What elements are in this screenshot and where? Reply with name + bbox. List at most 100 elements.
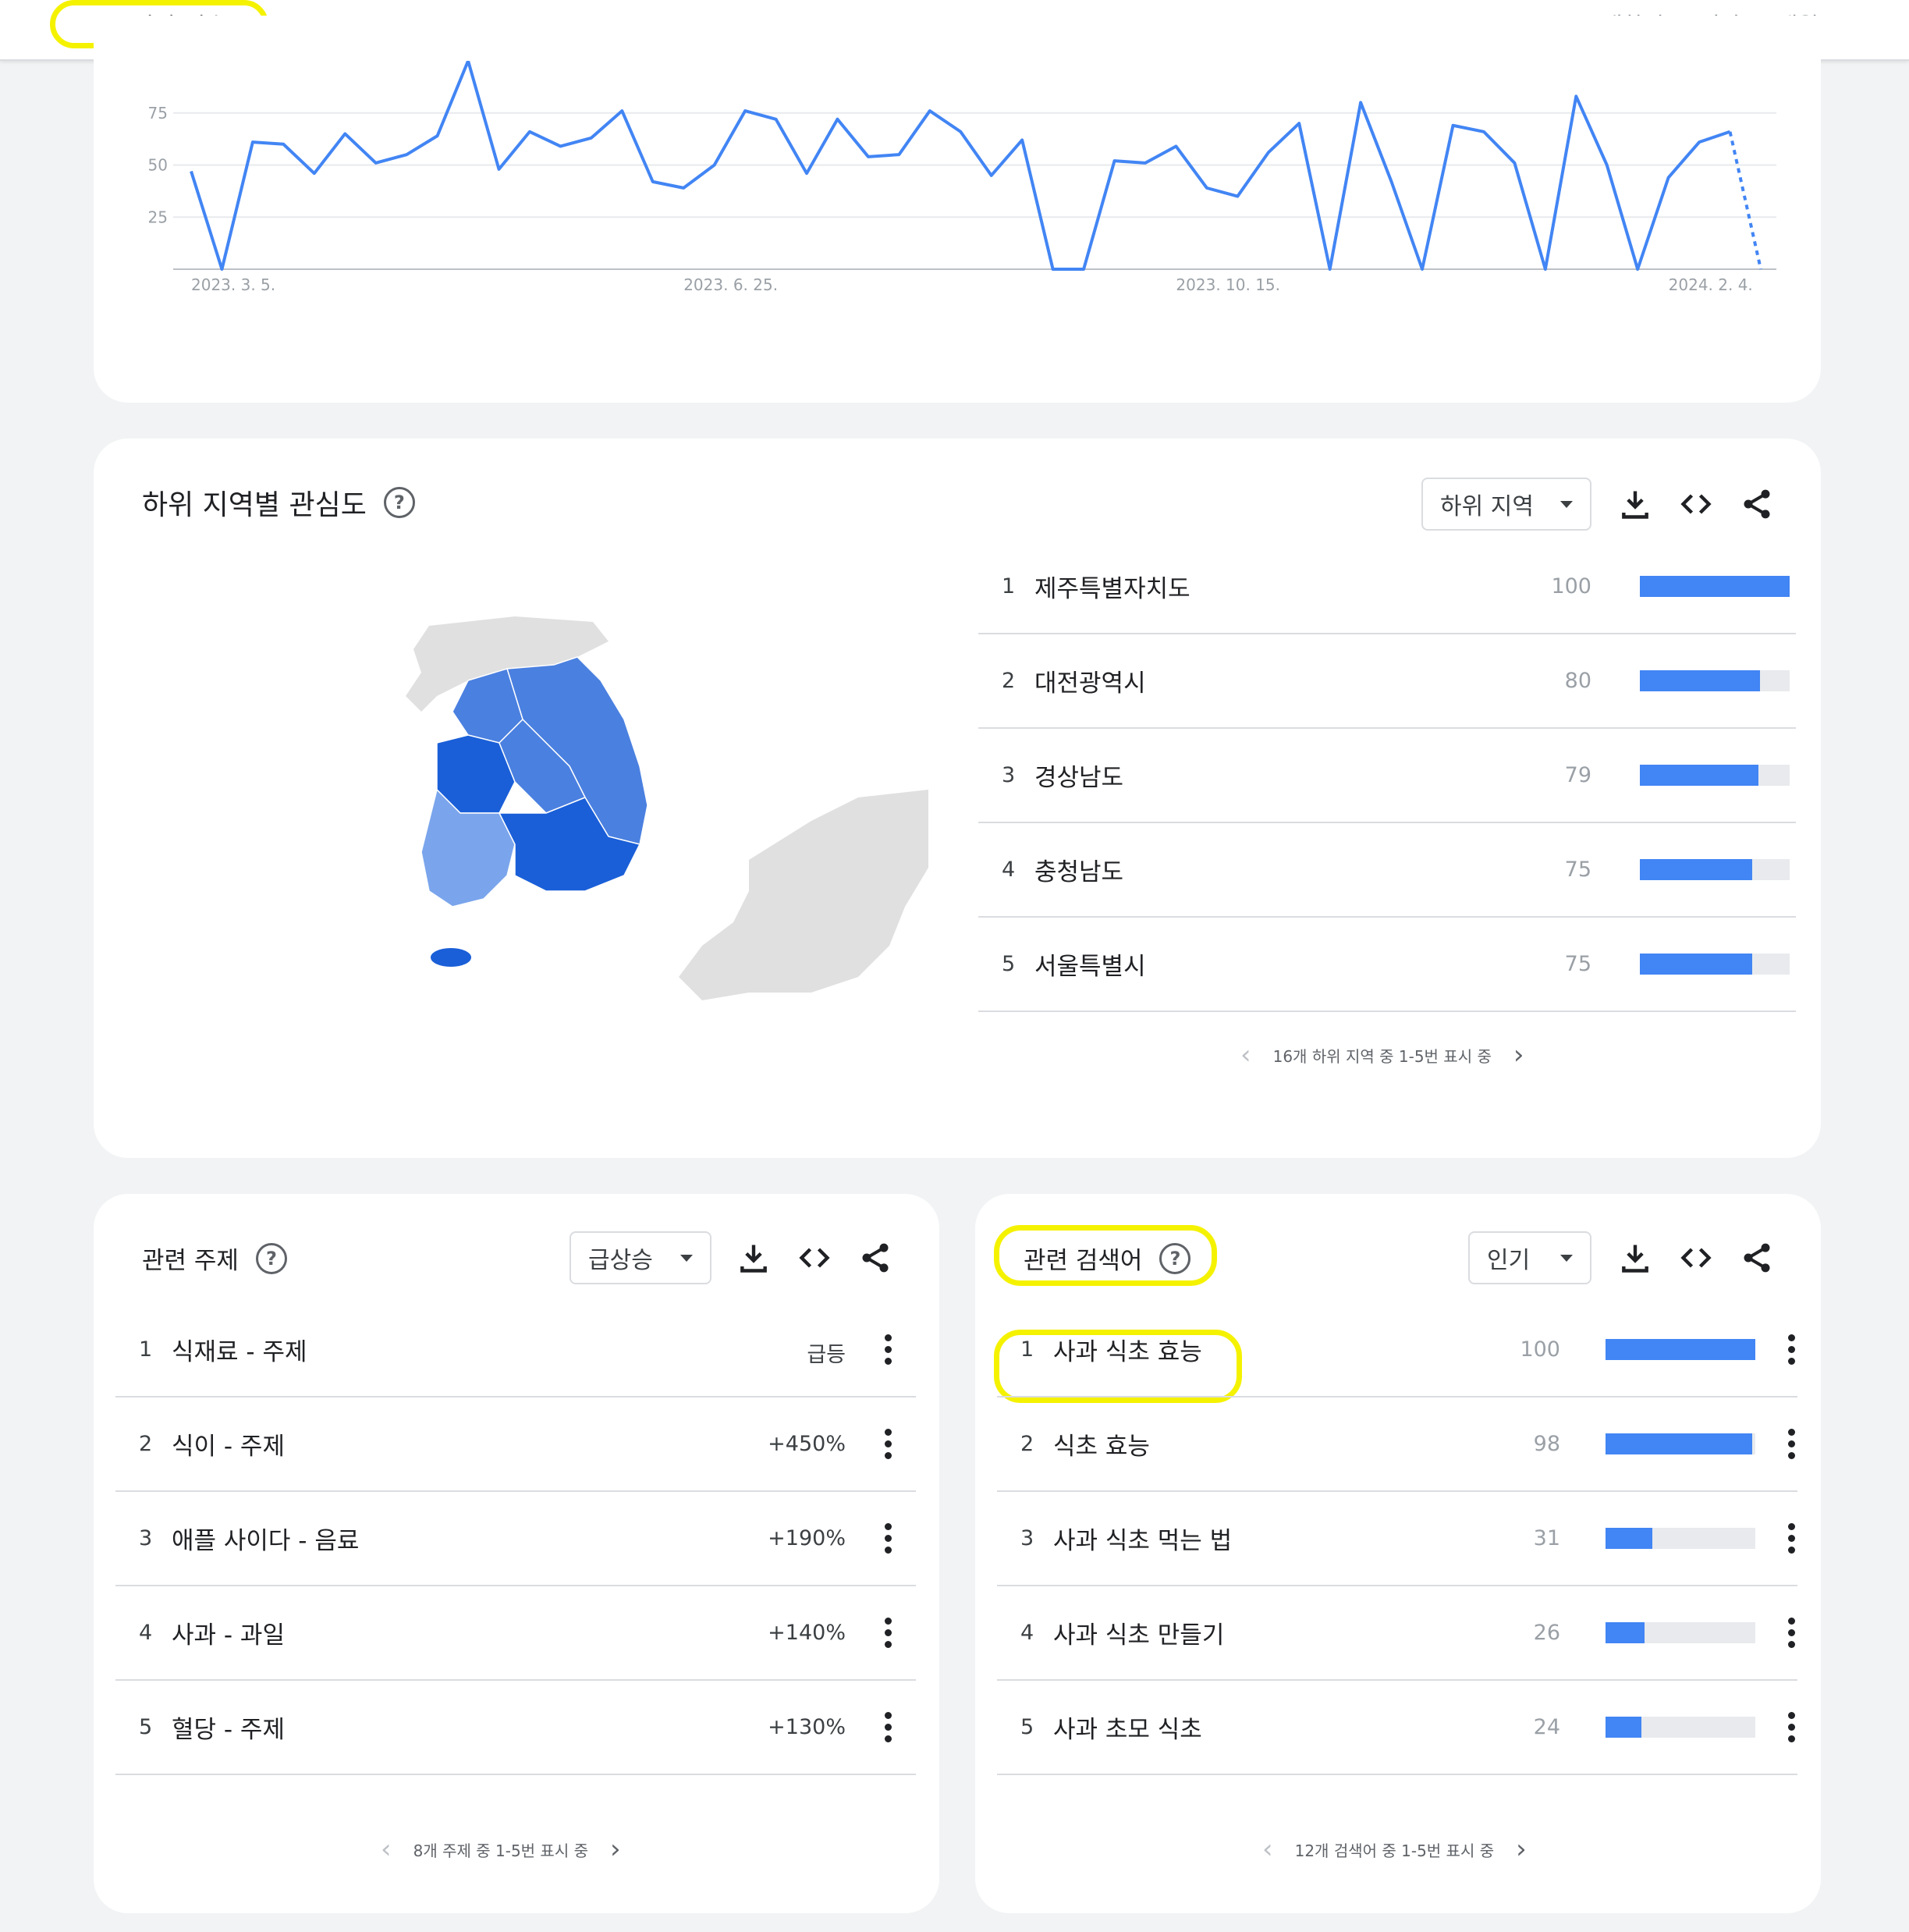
topic-row[interactable]: 3 애플 사이다 - 음료 +190% xyxy=(115,1492,916,1586)
queries-pager: ‹ 12개 검색어 중 1-5번 표시 중 › xyxy=(1240,1834,1549,1865)
more-vert-icon[interactable] xyxy=(1788,1712,1796,1743)
x-tick-label: 2023. 6. 25. xyxy=(683,275,778,294)
more-vert-icon[interactable] xyxy=(1788,1523,1796,1554)
prev-page-icon[interactable]: ‹ xyxy=(381,1834,392,1865)
topics-dropdown-label: 급상승 xyxy=(588,1247,653,1274)
topics-card-title: 관련 주제 xyxy=(142,1247,239,1275)
download-icon[interactable] xyxy=(1618,487,1652,521)
query-bar xyxy=(1606,1622,1755,1643)
subregion-dropdown[interactable]: 하위 지역 xyxy=(1421,478,1591,531)
query-rank: 3 xyxy=(1020,1526,1034,1550)
query-bar-fill xyxy=(1606,1717,1642,1738)
subregion-rank: 5 xyxy=(1002,952,1016,976)
more-vert-icon[interactable] xyxy=(885,1334,892,1366)
query-bar xyxy=(1606,1339,1755,1360)
topic-rank: 4 xyxy=(139,1621,153,1645)
subregion-row[interactable]: 1 제주특별자치도 100 xyxy=(978,540,1796,634)
subregion-bar-fill xyxy=(1640,954,1752,975)
subregion-value: 79 xyxy=(1564,763,1591,787)
subregion-value: 75 xyxy=(1564,858,1591,882)
subregion-rank: 1 xyxy=(1002,574,1016,598)
prev-page-icon[interactable]: ‹ xyxy=(1262,1834,1273,1865)
topics-dropdown[interactable]: 급상승 xyxy=(570,1231,711,1284)
topic-value: +190% xyxy=(768,1526,846,1550)
help-icon[interactable]: ? xyxy=(383,487,415,518)
subregion-value: 75 xyxy=(1564,952,1591,976)
share-icon[interactable] xyxy=(1740,487,1774,521)
prev-page-icon[interactable]: ‹ xyxy=(1240,1039,1251,1071)
topics-pager-label: 8개 주제 중 1-5번 표시 중 xyxy=(413,1841,588,1860)
queries-dropdown-label: 인기 xyxy=(1487,1247,1531,1274)
topic-row[interactable]: 4 사과 - 과일 +140% xyxy=(115,1586,916,1681)
subregion-bar xyxy=(1640,576,1790,597)
query-rank: 2 xyxy=(1020,1432,1034,1456)
embed-icon[interactable] xyxy=(1679,1241,1713,1275)
subregion-bar-fill xyxy=(1640,859,1752,880)
y-tick-label: 75 xyxy=(148,104,168,123)
subregion-name: 서울특별시 xyxy=(1034,953,1146,981)
map-japan xyxy=(679,790,928,1000)
topic-value: +130% xyxy=(768,1715,846,1739)
more-vert-icon[interactable] xyxy=(885,1618,892,1649)
queries-card-title: 관련 검색어 xyxy=(1024,1247,1143,1275)
next-page-icon[interactable]: › xyxy=(1513,1039,1524,1071)
query-name: 식초 효능 xyxy=(1053,1433,1150,1461)
subregion-value: 80 xyxy=(1564,669,1591,693)
query-bar-fill xyxy=(1606,1528,1652,1549)
more-vert-icon[interactable] xyxy=(1788,1618,1796,1649)
subregion-bar xyxy=(1640,765,1790,786)
subregion-bar-fill xyxy=(1640,576,1790,597)
more-vert-icon[interactable] xyxy=(1788,1429,1796,1460)
topic-value: +140% xyxy=(768,1621,846,1645)
subregion-row[interactable]: 3 경상남도 79 xyxy=(978,729,1796,823)
subregion-dropdown-label: 하위 지역 xyxy=(1440,493,1534,520)
topic-name: 혈당 - 주제 xyxy=(172,1716,285,1744)
subregion-card-title-wrap: 하위 지역별 관심도 ? xyxy=(142,482,415,523)
embed-icon[interactable] xyxy=(1679,487,1713,521)
query-row[interactable]: 3 사과 식초 먹는 법 31 xyxy=(997,1492,1797,1586)
query-row[interactable]: 5 사과 초모 식초 24 xyxy=(997,1681,1797,1775)
topic-row[interactable]: 2 식이 - 주제 +450% xyxy=(115,1398,916,1492)
more-vert-icon[interactable] xyxy=(885,1523,892,1554)
query-rank: 5 xyxy=(1020,1715,1034,1739)
download-icon[interactable] xyxy=(1618,1241,1652,1275)
more-vert-icon[interactable] xyxy=(885,1712,892,1743)
korea-region-map[interactable] xyxy=(312,610,928,1000)
query-bar xyxy=(1606,1528,1755,1549)
subregion-row[interactable]: 4 충청남도 75 xyxy=(978,823,1796,918)
subregion-bar-fill xyxy=(1640,670,1760,691)
query-bar xyxy=(1606,1433,1755,1454)
share-icon[interactable] xyxy=(1740,1241,1774,1275)
subregion-rank: 3 xyxy=(1002,763,1016,787)
help-icon[interactable]: ? xyxy=(255,1242,287,1274)
share-icon[interactable] xyxy=(858,1241,892,1275)
partial-data-segment xyxy=(1728,131,1762,270)
next-page-icon[interactable]: › xyxy=(1516,1834,1527,1865)
queries-card-title-wrap: 관련 검색어 ? xyxy=(1024,1241,1191,1276)
query-bar-fill xyxy=(1606,1339,1755,1360)
query-bar-fill xyxy=(1606,1433,1753,1454)
topic-row[interactable]: 5 혈당 - 주제 +130% xyxy=(115,1681,916,1775)
x-tick-label: 2024. 2. 4. xyxy=(1669,275,1753,294)
topic-row[interactable]: 1 식재료 - 주제 급등 xyxy=(115,1303,916,1398)
queries-dropdown[interactable]: 인기 xyxy=(1468,1231,1591,1284)
interest-over-time-chart[interactable]: 25 50 75 2023. 3. 5. 2023. 6. 25. 2023. 10. … xyxy=(0,0,1909,328)
download-icon[interactable] xyxy=(736,1241,771,1275)
subregion-row[interactable]: 2 대전광역시 80 xyxy=(978,634,1796,729)
topics-pager: ‹ 8개 주제 중 1-5번 표시 중 › xyxy=(359,1834,643,1865)
subregion-card-title: 하위 지역별 관심도 xyxy=(142,489,367,521)
query-row[interactable]: 1 사과 식초 효능 100 xyxy=(997,1303,1797,1398)
topic-name: 식재료 - 주제 xyxy=(172,1338,307,1366)
subregion-interest-card: 하위 지역별 관심도 ? 하위 지역 1 제주특별자치도 100 2 대전광역시 80 3 경… xyxy=(94,439,1821,1158)
next-page-icon[interactable]: › xyxy=(610,1834,621,1865)
embed-icon[interactable] xyxy=(797,1241,832,1275)
query-row[interactable]: 2 식초 효능 98 xyxy=(997,1398,1797,1492)
more-vert-icon[interactable] xyxy=(885,1429,892,1460)
caret-down-icon xyxy=(1560,501,1573,508)
query-name: 사과 초모 식초 xyxy=(1053,1716,1202,1744)
subregion-row[interactable]: 5 서울특별시 75 xyxy=(978,918,1796,1012)
query-row[interactable]: 4 사과 식초 만들기 26 xyxy=(997,1586,1797,1681)
map-region-jeju xyxy=(431,948,471,967)
more-vert-icon[interactable] xyxy=(1788,1334,1796,1366)
help-icon[interactable]: ? xyxy=(1159,1242,1191,1274)
